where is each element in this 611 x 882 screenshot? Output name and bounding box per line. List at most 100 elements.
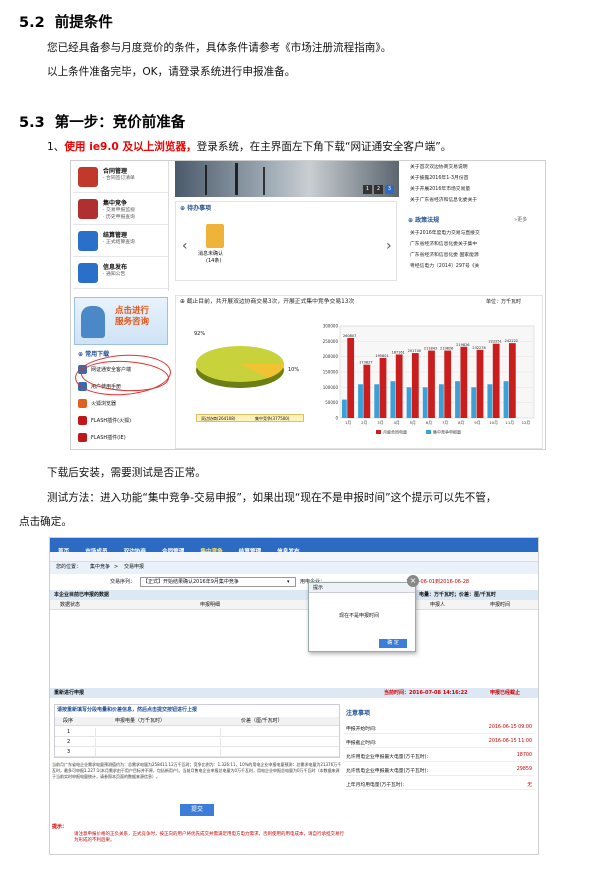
bar-data-label: 211843 bbox=[424, 347, 437, 351]
bar-contract bbox=[444, 350, 452, 418]
quantity-input[interactable] bbox=[95, 748, 215, 756]
bar-contract bbox=[363, 364, 371, 418]
bar-data-label: 173827 bbox=[359, 361, 372, 365]
pie-chart bbox=[196, 346, 285, 388]
menu-item-sub: · 交易申报监视 bbox=[103, 208, 135, 213]
period-select[interactable]: 【正式】开始结果确认2016年9月集中竞争 ▾ bbox=[140, 577, 296, 587]
menu-item[interactable]: 信息发布 · 通知公告 bbox=[73, 257, 168, 289]
news-item[interactable]: 关于首次双边协商交易说明 bbox=[410, 163, 468, 170]
notice-row: 申报开始时间: 2016-06-15 09:00 bbox=[344, 722, 534, 734]
service-consult-button[interactable]: 点击进行 服务咨询 bbox=[74, 297, 168, 345]
notice-value: 2016-06-15 09:00 bbox=[488, 725, 532, 730]
service-label: 点击进行 服务咨询 bbox=[115, 306, 150, 327]
news-item[interactable]: 关于披露2016年1-3月份首 bbox=[410, 174, 468, 181]
quantity-input[interactable] bbox=[95, 738, 215, 746]
sub-nav: 交易申报交易申报正式结果明细最低交易申报 bbox=[50, 552, 538, 569]
policy-item[interactable]: 关于2016年度电力交易与直接交 bbox=[410, 229, 480, 236]
news-list: 关于首次双边协商交易说明 关于披露2016年1-3月份首 关于开展2016年市场交易… bbox=[406, 161, 544, 211]
bar-contract bbox=[379, 357, 387, 418]
chevron-right-icon[interactable]: › bbox=[386, 238, 392, 254]
download-item[interactable]: FLASH插件(IE) bbox=[78, 431, 168, 445]
todo-item-label: 消息未确认 bbox=[198, 251, 224, 257]
price-input[interactable] bbox=[220, 748, 330, 756]
table-row: 2 bbox=[55, 737, 339, 747]
x-tick-label: 6月 bbox=[426, 420, 432, 425]
notice-key: 允许售电企业申报最大电量(万千瓦时): bbox=[346, 769, 429, 774]
dialog-message: 现在不是申报时间 bbox=[339, 613, 380, 619]
bar-contract bbox=[460, 346, 468, 418]
paragraph: 测试方法：进入功能“集中竞争-交易申报”，如果出现“现在不是申报时间”这个提示可… bbox=[47, 492, 497, 504]
news-item[interactable]: 关于开展2016年市场交易量 bbox=[410, 185, 470, 192]
portal-screenshot: 合同管理 · 合同签订清单 集中竞争 · 交易申报监视 · 历史申报查询 结算管理 · 正式… bbox=[70, 160, 546, 450]
submit-button[interactable]: 提交 bbox=[180, 804, 214, 816]
menu-item[interactable]: 合同管理 · 合同签订清单 bbox=[73, 161, 168, 193]
close-icon[interactable]: × bbox=[407, 575, 419, 587]
legend-swatch bbox=[426, 430, 431, 434]
panel-header: 本企业目前已申报的数据 单位：电量：万千瓦时；价差：厘/千瓦时 bbox=[50, 590, 538, 600]
notice-key: 申报开始时间: bbox=[346, 727, 377, 732]
declare-header: 重新进行申报 当前时间：2016-07-08 14:16:22 申报已经截止 bbox=[50, 688, 538, 698]
notice-panel: 注意事项 申报开始时间: 2016-06-15 09:00 申报截止时间: 2016-… bbox=[344, 710, 534, 790]
policy-item[interactable]: 广东省经济和信息化委关于集中 bbox=[410, 240, 477, 247]
bar-competition bbox=[406, 387, 412, 418]
policy-item[interactable]: 广东省经济和信息化委 国家能源 bbox=[410, 251, 479, 258]
dialog-ok-button[interactable]: 确 定 bbox=[379, 639, 407, 648]
bar-chart: 300000 250000 200000 150000 100000 50000 0 2608… bbox=[323, 324, 535, 435]
bar-contract bbox=[395, 354, 403, 418]
x-tick-label: 8月 bbox=[458, 420, 464, 425]
menu-item-sub: · 正式结算查询 bbox=[103, 240, 135, 245]
pie-pct: 10% bbox=[288, 367, 300, 373]
menu-item-sub: · 通知公告 bbox=[103, 272, 126, 277]
step-1-text: 1、使用 ie9.0 及以上浏览器，登录系统，在主界面左下角下载“网证通安全客户… bbox=[47, 141, 452, 153]
download-item[interactable]: 火狐浏览器 bbox=[78, 397, 168, 411]
bar-contract bbox=[411, 353, 419, 418]
info-text: 当前月广东省电企业需求电量预测值约为：总需求电量为258411.12万千瓦时；竞… bbox=[52, 762, 342, 779]
section-heading-5-3: 5.3 第一步：竞价前准备 bbox=[19, 115, 186, 131]
stats-title: ⊕ 截止目前，共开展双边协商交易3次，开展正式集中竞争交易13次 bbox=[180, 299, 355, 305]
price-input[interactable] bbox=[220, 738, 330, 746]
bar-contract bbox=[428, 350, 435, 418]
x-tick-label: 3月 bbox=[377, 420, 383, 425]
top-nav: 首页市场成员双边协商合同管理集中竞争结算管理信息发布 bbox=[50, 538, 538, 555]
y-tick-label: 300000 bbox=[323, 324, 339, 329]
news-item[interactable]: 关于广东省经济和信息化委关于 bbox=[410, 196, 477, 203]
notice-row: 允许用电企业申报最大电量(万千瓦时): 18700 bbox=[344, 750, 534, 762]
menu-item[interactable]: 结算管理 · 正式结算查询 bbox=[73, 225, 168, 257]
x-tick-label: 1月 bbox=[345, 420, 351, 425]
bar-data-label: 195801 bbox=[375, 354, 388, 358]
chevron-down-icon: ▾ bbox=[287, 579, 290, 585]
quantity-input[interactable] bbox=[95, 728, 215, 736]
notice-row: 允许售电企业申报最大电量(万千瓦时): 29859 bbox=[344, 764, 534, 776]
bar-competition bbox=[390, 381, 396, 418]
menu-item-sub: · 历史申报查询 bbox=[103, 215, 135, 220]
message-icon[interactable] bbox=[206, 224, 224, 248]
menu-item[interactable]: 集中竞争 · 交易申报监视 · 历史申报查询 bbox=[73, 193, 168, 225]
download-item[interactable]: FLASH插件(火狐) bbox=[78, 414, 168, 428]
x-tick-label: 11月 bbox=[505, 420, 514, 425]
y-tick-label: 50000 bbox=[325, 400, 338, 405]
paragraph: 下载后安装，需要测试是否正常。 bbox=[47, 467, 206, 479]
legend-swatch bbox=[376, 430, 381, 434]
todo-title: ⊕ 待办事项 bbox=[180, 205, 212, 212]
bar-contract bbox=[476, 349, 484, 418]
slide-indicator[interactable]: 2 bbox=[374, 185, 383, 194]
bar-competition bbox=[438, 384, 444, 418]
menu-icon bbox=[78, 263, 98, 283]
row-index: 1 bbox=[67, 729, 71, 735]
x-tick-label: 2月 bbox=[361, 420, 367, 425]
price-input[interactable] bbox=[220, 728, 330, 736]
notice-key: 申报截止时间: bbox=[346, 741, 377, 746]
slide-indicator[interactable]: 3 bbox=[385, 185, 394, 194]
bar-contract bbox=[347, 338, 355, 418]
bar-data-label: 222251 bbox=[489, 340, 502, 344]
policy-title: ⊕ 政策法规 bbox=[408, 217, 440, 224]
todo-panel: ⊕ 待办事项 ‹ › 消息未确认 (14条) bbox=[175, 201, 397, 281]
table-row: 1 bbox=[55, 727, 339, 737]
bar-data-label: 219826 bbox=[456, 343, 469, 347]
slide-indicator[interactable]: 1 bbox=[363, 185, 372, 194]
breadcrumb: 您的位置： 集中竞争 > 交易申报 bbox=[50, 562, 538, 574]
notice-row: 上年月均用电量(万千瓦时): 无 bbox=[344, 778, 534, 790]
policy-item[interactable]: 粤经信电力〔2014〕297号《关 bbox=[410, 262, 479, 269]
chevron-left-icon[interactable]: ‹ bbox=[182, 238, 188, 254]
more-link[interactable]: »更多 bbox=[514, 217, 527, 224]
